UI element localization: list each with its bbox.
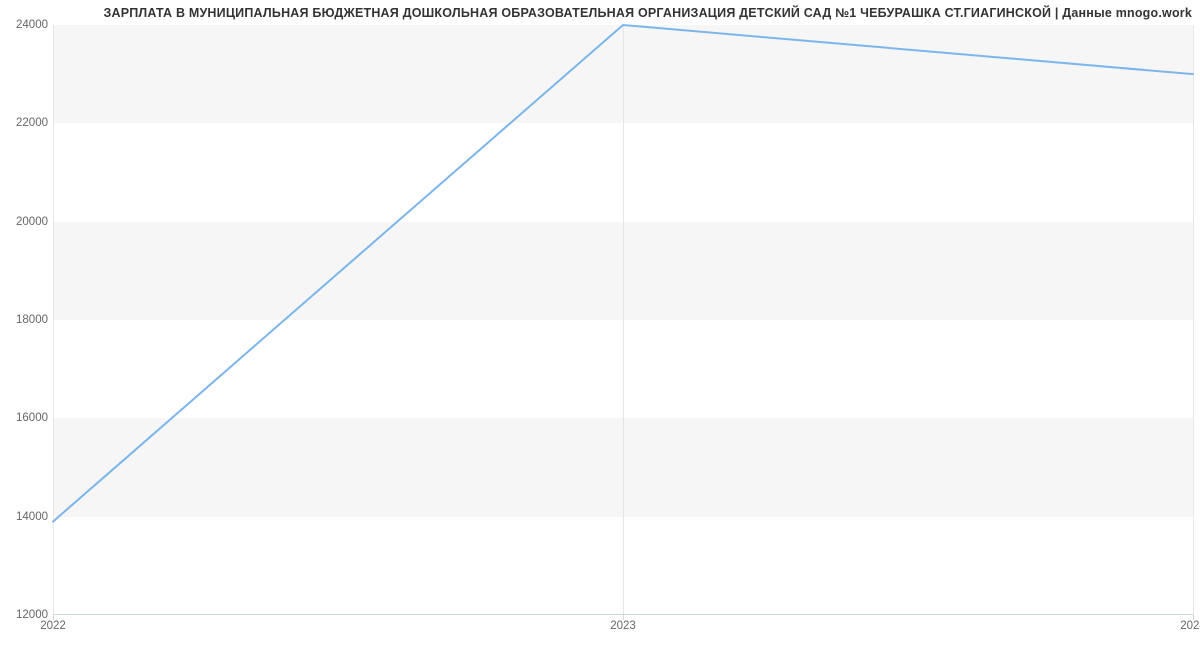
- chart-title: ЗАРПЛАТА В МУНИЦИПАЛЬНАЯ БЮДЖЕТНАЯ ДОШКО…: [103, 6, 1192, 20]
- y-tick-label: 18000: [3, 314, 48, 326]
- x-tick-label: 2022: [40, 620, 66, 632]
- x-tick-mark: [1193, 615, 1194, 620]
- y-tick-label: 20000: [3, 216, 48, 228]
- y-tick-label: 24000: [3, 19, 48, 31]
- plot-area: [53, 25, 1193, 615]
- grid-line-vertical: [1193, 25, 1194, 615]
- x-tick-mark: [53, 615, 54, 620]
- x-tick-label: 2023: [610, 620, 636, 632]
- y-tick-label: 16000: [3, 412, 48, 424]
- y-tick-label: 14000: [3, 511, 48, 523]
- x-tick-label: 2024: [1180, 620, 1200, 632]
- line-chart-svg: [53, 25, 1193, 615]
- x-tick-mark: [623, 615, 624, 620]
- data-line: [53, 25, 1193, 522]
- y-tick-label: 22000: [3, 117, 48, 129]
